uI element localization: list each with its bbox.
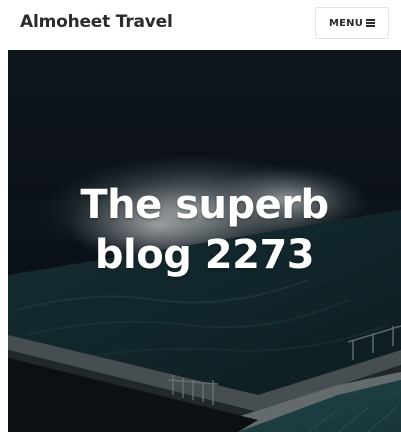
hero-title[interactable]: The superb blog 2273 <box>8 180 401 280</box>
page: Almoheet Travel MENU The superb blog 227… <box>0 0 401 432</box>
menu-button[interactable]: MENU <box>315 7 389 39</box>
hero-title-line-2: blog 2273 <box>94 232 315 278</box>
menu-label: MENU <box>328 17 364 29</box>
hamburger-icon <box>366 19 376 27</box>
site-header: Almoheet Travel MENU <box>0 0 401 50</box>
site-title[interactable]: Almoheet Travel <box>20 12 173 32</box>
hero-banner[interactable]: The superb blog 2273 <box>8 50 401 432</box>
hero-title-line-1: The superb <box>80 182 329 228</box>
